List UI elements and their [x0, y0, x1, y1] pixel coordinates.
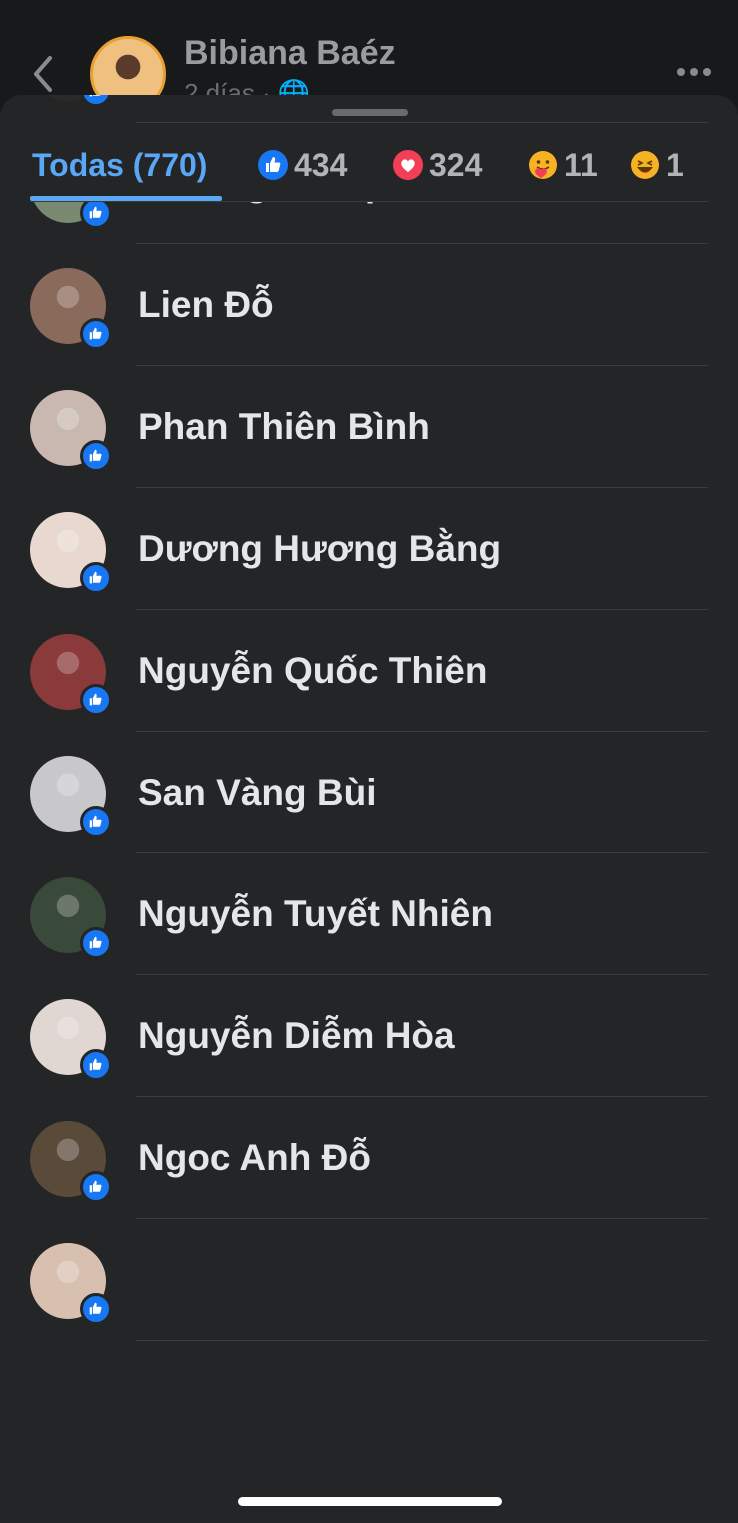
tab-care-count: 11 — [564, 146, 598, 183]
like-badge-icon — [80, 1049, 112, 1082]
like-icon — [258, 150, 288, 180]
person-name[interactable]: Dương Hương Bằng — [138, 528, 501, 570]
person-name[interactable]: Nguyễn Tuyết Nhiên — [138, 893, 493, 935]
tab-care[interactable]: 11 — [528, 135, 598, 195]
reaction-tabs: Todas (770) 434 324 11 1 — [0, 135, 738, 201]
like-badge-icon — [80, 440, 112, 473]
chevron-left-icon[interactable] — [30, 54, 56, 94]
like-badge-icon — [80, 561, 112, 594]
post-header: Bibiana Baéz 2 días · 🌐 — [0, 0, 738, 112]
person-name[interactable]: San Vàng Bùi — [138, 772, 376, 814]
haha-icon — [631, 151, 659, 179]
row-divider — [136, 1339, 708, 1341]
reactions-list: Võ Quế KhánhHoàng Song NhiênAris Agualim… — [0, 95, 738, 1341]
like-badge-icon — [80, 683, 112, 716]
tab-love[interactable]: 324 — [393, 135, 482, 195]
person-name[interactable]: Lien Đỗ — [138, 284, 274, 326]
author-name[interactable]: Bibiana Baéz — [184, 34, 396, 73]
love-icon — [393, 150, 423, 180]
like-badge-icon — [80, 1170, 112, 1203]
like-badge-icon — [80, 805, 112, 838]
like-badge-icon — [80, 927, 112, 960]
tab-haha[interactable]: 1 — [630, 135, 684, 195]
reactions-sheet: Võ Quế KhánhHoàng Song NhiênAris Agualim… — [0, 95, 738, 1523]
reaction-list-item[interactable] — [0, 1219, 738, 1341]
like-badge-icon — [80, 318, 112, 351]
person-name[interactable]: Nguyễn Quốc Thiên — [138, 650, 487, 692]
person-name[interactable]: Nguyễn Diễm Hòa — [138, 1015, 455, 1057]
like-badge-icon — [80, 95, 112, 107]
reaction-list-item[interactable]: Dương Hương Bằng — [0, 488, 738, 610]
reaction-list-item[interactable]: Hoàng Song Nhiên — [0, 95, 738, 123]
tab-haha-count: 1 — [666, 146, 684, 183]
more-icon[interactable] — [676, 66, 712, 78]
reaction-list-item[interactable]: San Vàng Bùi — [0, 732, 738, 854]
home-indicator[interactable] — [238, 1497, 502, 1506]
reaction-list-item[interactable]: Nguyễn Diễm Hòa — [0, 975, 738, 1097]
care-icon — [529, 151, 557, 179]
reaction-list-item[interactable]: Phan Thiên Bình — [0, 366, 738, 488]
reaction-list-item[interactable]: Nguyễn Quốc Thiên — [0, 610, 738, 732]
like-badge-icon — [80, 1292, 112, 1325]
reaction-list-item[interactable]: Ngoc Anh Đỗ — [0, 1097, 738, 1219]
tab-all-label: Todas (770) — [32, 146, 208, 183]
tab-love-count: 324 — [429, 146, 483, 183]
reaction-list-item[interactable]: Lien Đỗ — [0, 244, 738, 367]
reaction-list-item[interactable]: Nguyễn Tuyết Nhiên — [0, 853, 738, 976]
tab-all[interactable]: Todas (770) — [32, 135, 207, 195]
person-name[interactable]: Phan Thiên Bình — [138, 406, 430, 448]
tab-like-count: 434 — [294, 146, 348, 183]
person-name[interactable]: Ngoc Anh Đỗ — [138, 1137, 371, 1179]
tab-like[interactable]: 434 — [258, 135, 347, 195]
tabs-divider — [30, 201, 708, 202]
